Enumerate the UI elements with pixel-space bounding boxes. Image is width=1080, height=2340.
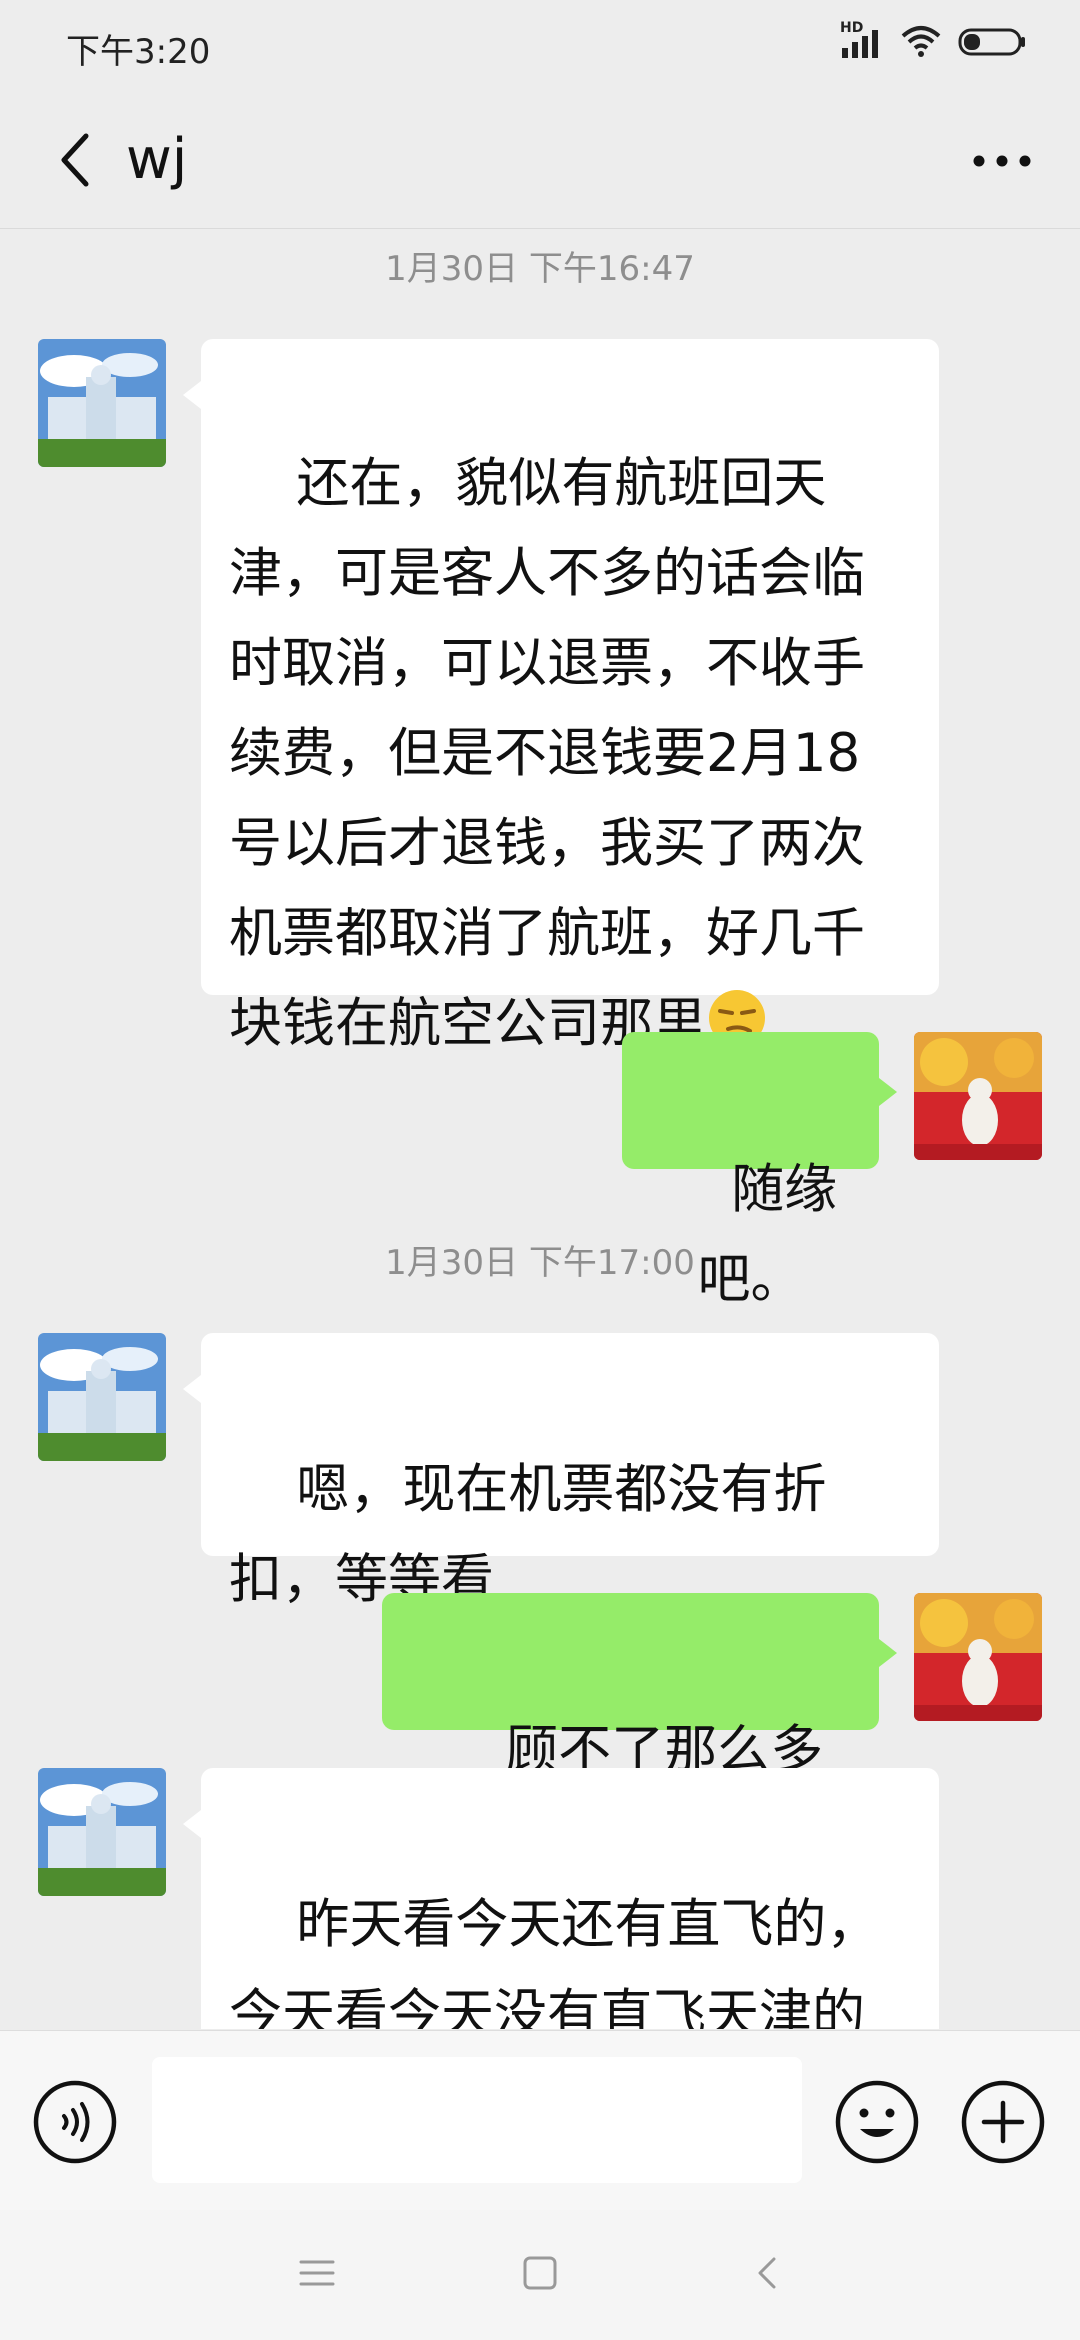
avatar-self[interactable] [914, 1593, 1042, 1721]
avatar[interactable] [38, 1768, 166, 1896]
timestamp: 1月30日 下午17:00 [385, 1243, 695, 1283]
input-bar [0, 2030, 1080, 2211]
status-icons: HD [840, 20, 1028, 62]
chat-area[interactable]: 1月30日 下午16:47 还在，貌似有航班回天津，可是客人不多的话会临时取消，… [0, 229, 1080, 2029]
system-nav-bar [0, 2210, 1080, 2340]
signal-icon: HD [840, 20, 884, 60]
avatar-self[interactable] [914, 1032, 1042, 1160]
voice-button[interactable] [32, 2079, 118, 2165]
status-bar: 下午3:20 HD [0, 0, 1080, 96]
more-button[interactable] [962, 122, 1042, 202]
wifi-icon [900, 24, 942, 62]
emoji-icon [834, 2080, 920, 2169]
message-bubble-incoming[interactable]: 嗯，现在机票都没有折扣，等等看 [183, 1333, 939, 1610]
chevron-left-icon [56, 130, 96, 194]
voice-icon [32, 2080, 118, 2169]
chat-header: wj [0, 96, 1080, 229]
message-input[interactable] [152, 2057, 802, 2183]
message-bubble-incoming[interactable]: 昨天看今天还有直飞的，今天看今天没有直飞天津的航班只有中转的 [183, 1768, 939, 2029]
menu-button[interactable] [292, 2250, 342, 2300]
avatar[interactable] [38, 1333, 166, 1461]
message-text: 嗯，现在机票都没有折扣，等等看 [229, 1459, 827, 1610]
status-time: 下午3:20 [66, 32, 211, 72]
network-label: HD [840, 20, 864, 36]
home-square-icon [522, 2255, 558, 2295]
emoji-button[interactable] [834, 2079, 920, 2165]
home-button[interactable] [515, 2250, 565, 2300]
more-actions-button[interactable] [960, 2079, 1046, 2165]
plus-icon [960, 2080, 1046, 2169]
battery-icon [958, 24, 1028, 62]
message-bubble-outgoing[interactable]: 随缘吧。 [622, 1032, 897, 1310]
back-button[interactable] [36, 122, 116, 202]
message-text: 还在，貌似有航班回天津，可是客人不多的话会临时取消，可以退票，不收手续费，但是不… [229, 453, 865, 1054]
avatar[interactable] [38, 339, 166, 467]
back-nav-button[interactable] [742, 2250, 792, 2300]
more-dots-icon [972, 153, 1032, 172]
timestamp: 1月30日 下午16:47 [385, 249, 695, 289]
message-bubble-outgoing[interactable]: 顾不了那么多了。 [382, 1593, 897, 1871]
menu-icon [299, 2258, 335, 2292]
message-bubble-incoming[interactable]: 还在，貌似有航班回天津，可是客人不多的话会临时取消，可以退票，不收手续费，但是不… [183, 339, 939, 1054]
back-triangle-icon [752, 2255, 782, 2295]
contact-name: wj [126, 127, 188, 192]
message-text: 昨天看今天还有直飞的，今天看今天没有直飞天津的航班只有中转的 [229, 1894, 880, 2029]
